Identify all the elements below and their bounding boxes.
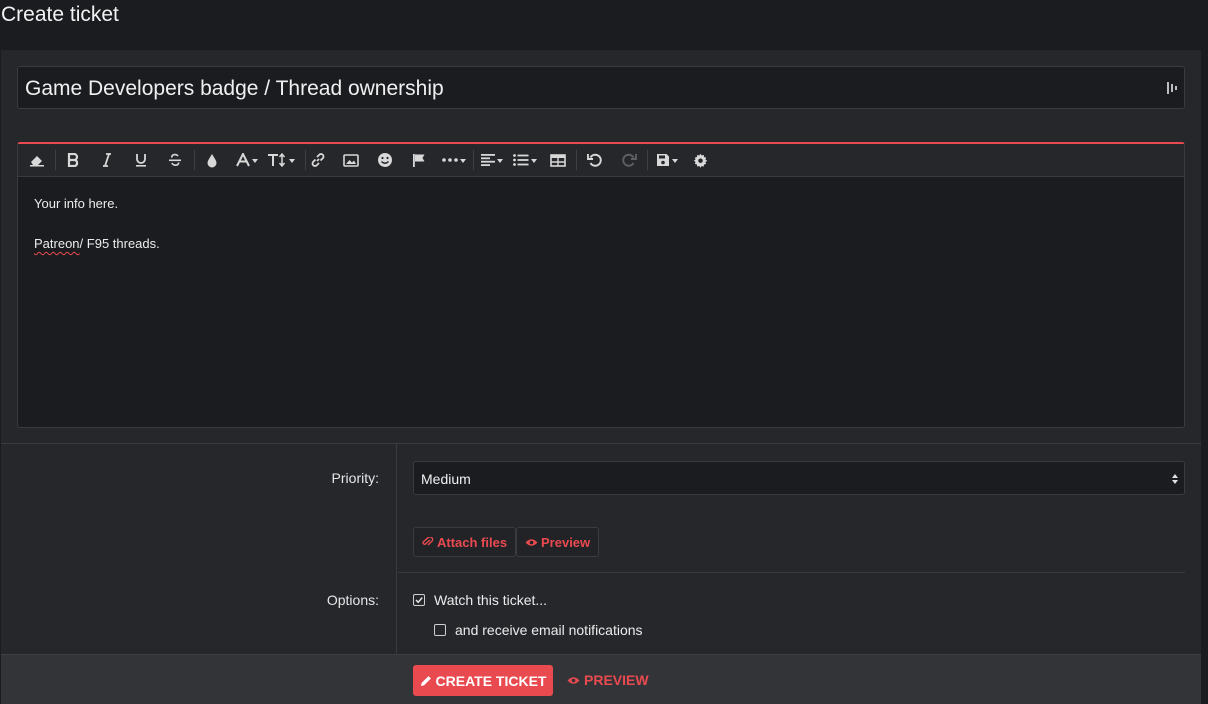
create-ticket-label: CREATE TICKET xyxy=(435,672,547,689)
editor-text: / F95 threads. xyxy=(79,236,160,251)
form-divider xyxy=(398,572,1185,573)
font-family-icon[interactable] xyxy=(232,149,262,171)
underline-icon[interactable] xyxy=(131,149,151,171)
toolbar-separator xyxy=(647,150,648,170)
preview-small-label: Preview xyxy=(541,534,591,550)
attach-files-button[interactable]: Attach files xyxy=(413,527,517,557)
eraser-icon[interactable] xyxy=(26,149,48,171)
editor-toolbar xyxy=(18,144,1184,177)
password-manager-icon[interactable] xyxy=(1166,80,1178,96)
form-footer: CREATE TICKET PREVIEW xyxy=(1,654,1201,704)
checkmark-icon xyxy=(415,597,423,604)
toolbar-separator xyxy=(55,150,56,170)
redo-icon[interactable] xyxy=(619,149,639,171)
list-icon[interactable] xyxy=(509,149,541,171)
editor-line: Your info here. xyxy=(34,196,119,211)
font-size-icon[interactable] xyxy=(265,149,297,171)
spell-error-word: Patreon xyxy=(34,236,80,251)
email-notifications-checkbox[interactable] xyxy=(434,624,446,636)
editor-line: Patreon/ F95 threads. xyxy=(34,234,160,254)
watch-ticket-option[interactable]: Watch this ticket... xyxy=(413,592,547,608)
toolbar-separator xyxy=(576,150,577,170)
email-notifications-option[interactable]: and receive email notifications xyxy=(434,622,643,638)
priority-label: Priority: xyxy=(331,470,379,486)
options-label: Options: xyxy=(326,592,379,608)
watch-ticket-label: Watch this ticket... xyxy=(434,592,548,608)
watch-ticket-checkbox[interactable] xyxy=(413,594,425,606)
strikethrough-icon[interactable] xyxy=(165,149,185,171)
message-editor[interactable]: Your info here. Patreon/ F95 threads. xyxy=(17,142,1185,428)
toolbar-separator xyxy=(194,150,195,170)
ticket-form-panel: Game Developers badge / Thread ownership xyxy=(1,50,1201,704)
image-icon[interactable] xyxy=(341,149,361,171)
flag-icon[interactable] xyxy=(409,149,429,171)
preview-button[interactable]: PREVIEW xyxy=(567,672,649,688)
color-drop-icon[interactable] xyxy=(202,149,222,171)
paperclip-icon xyxy=(422,537,434,546)
form-label-column: Priority: Options: xyxy=(1,444,397,655)
page-title: Create ticket xyxy=(1,3,119,26)
preview-small-button[interactable]: Preview xyxy=(516,527,600,557)
editor-content[interactable]: Your info here. Patreon/ F95 threads. xyxy=(34,194,160,274)
table-icon[interactable] xyxy=(548,149,568,171)
pencil-icon xyxy=(420,675,431,686)
smiley-icon[interactable] xyxy=(375,149,395,171)
select-arrows-icon xyxy=(1172,474,1178,484)
undo-icon[interactable] xyxy=(585,149,605,171)
preview-label: PREVIEW xyxy=(584,672,649,688)
eye-icon xyxy=(525,538,538,546)
eye-icon xyxy=(567,676,580,684)
ticket-title-input[interactable]: Game Developers badge / Thread ownership xyxy=(17,66,1185,109)
bold-icon[interactable] xyxy=(63,149,83,171)
email-notifications-label: and receive email notifications xyxy=(455,622,643,638)
align-icon[interactable] xyxy=(477,149,507,171)
toolbar-separator xyxy=(305,150,306,170)
settings-icon[interactable] xyxy=(690,149,710,171)
priority-value: Medium xyxy=(421,471,471,487)
priority-select[interactable]: Medium xyxy=(413,461,1185,495)
attach-files-label: Attach files xyxy=(437,534,508,550)
ticket-title-value: Game Developers badge / Thread ownership xyxy=(25,77,444,100)
save-draft-icon[interactable] xyxy=(652,149,682,171)
toolbar-separator xyxy=(473,150,474,170)
italic-icon[interactable] xyxy=(97,149,117,171)
ticket-options-area: Priority: Options: Medium Attach files P… xyxy=(1,443,1201,655)
create-ticket-button[interactable]: CREATE TICKET xyxy=(413,665,553,696)
more-icon[interactable] xyxy=(438,149,470,171)
link-icon[interactable] xyxy=(308,149,328,171)
